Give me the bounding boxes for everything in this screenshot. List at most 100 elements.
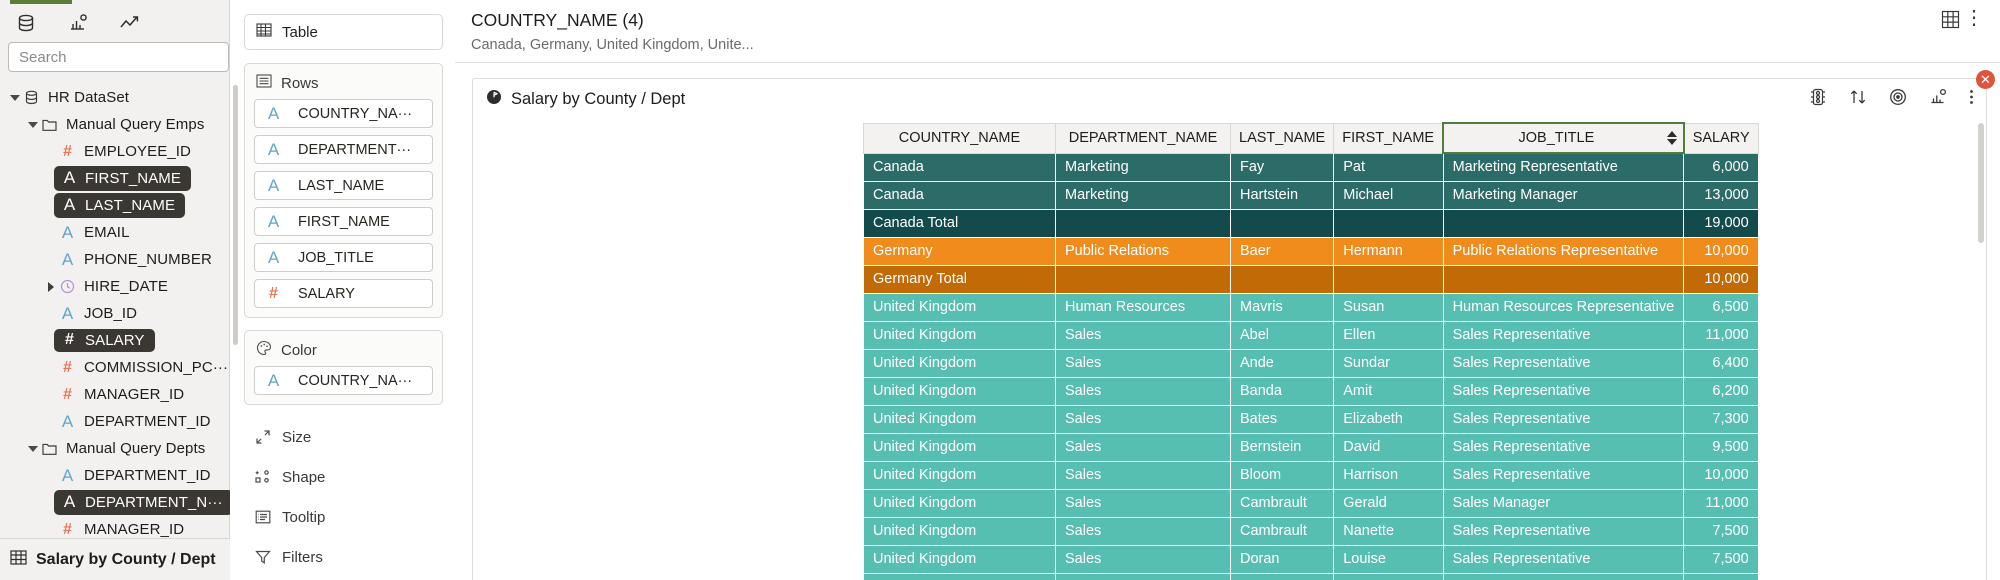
tree-item-department-id[interactable]: A DEPARTMENT_ID [0,408,229,435]
table-header-last_name[interactable]: LAST_NAME [1229,122,1335,154]
active-tab-indicator [10,0,72,4]
shelf-chip[interactable]: A COUNTRY_NA··· [254,99,433,128]
shelf-option-shape[interactable]: Shape [244,457,443,497]
shelf-chip-label: COUNTRY_NA··· [298,105,413,122]
table-cell: United Kingdom [863,432,1056,462]
shelf-option-filters[interactable]: Filters [244,537,443,577]
shelf-chip[interactable]: A LAST_NAME [254,171,433,200]
tree-item-first-name[interactable]: A FIRST_NAME [0,165,229,192]
caret-down-icon[interactable] [26,121,40,128]
table-row[interactable]: United Kingdom Sales Cambrault Gerald Sales … [863,488,1759,518]
chart-insight-icon[interactable] [1929,88,1947,106]
rows-chip-list: A COUNTRY_NA··· A DEPARTMENT··· A LAST_NAME A F… [245,97,442,317]
trend-line-icon[interactable] [118,11,142,35]
number-type-icon: # [63,142,72,160]
table-row[interactable]: United Kingdom Sales Bloom Harrison Sales Re… [863,460,1759,490]
table-cell: Human Resources Representative [1442,292,1685,322]
grid-icon[interactable] [1941,10,1960,34]
sort-icon[interactable] [1849,88,1867,106]
tree-item-employee-id[interactable]: # EMPLOYEE_ID [0,138,229,165]
viz-header: Salary by County / Dept [473,79,1986,119]
tree-item-manual-query-emps[interactable]: Manual Query Emps [0,111,229,138]
table-row[interactable]: Germany Total 10,000 [863,264,1759,294]
caret-down-icon[interactable] [8,94,22,101]
table-row[interactable]: United Kingdom Sales Doran Louise Sales Repr… [863,544,1759,574]
viz-type-selector[interactable]: Table [244,14,443,50]
table-row[interactable]: Germany Public Relations Baer Hermann Public… [863,236,1759,266]
table-cell: 10,000 [1683,236,1759,266]
shelf-scrollbar[interactable] [233,85,238,345]
table-cell [1442,572,1685,580]
tree-item-commission-pc[interactable]: # COMMISSION_PC··· [0,354,229,381]
shelf-chip[interactable]: # SALARY [254,279,433,308]
text-type-icon: A [61,411,74,431]
table-header-job_title[interactable]: JOB_TITLE [1442,122,1685,154]
tree-item-content: # MANAGER_ID [58,521,184,539]
sort-arrows-icon[interactable] [1666,131,1677,145]
database-icon[interactable] [14,11,38,35]
shelf-chip[interactable]: A DEPARTMENT··· [254,135,433,164]
tree-item-salary[interactable]: # SALARY [0,327,229,354]
table-header-department_name[interactable]: DEPARTMENT_NAME [1055,122,1231,154]
tree-item-phone-number[interactable]: A PHONE_NUMBER [0,246,229,273]
tree-item-hire-date[interactable]: HIRE_DATE [0,273,229,300]
sidebar-footer-viz-chip[interactable]: Salary by County / Dept [0,538,230,580]
tree-item-email[interactable]: A EMAIL [0,219,229,246]
table-cell: Sales [1055,348,1231,378]
table-cell: United Kingdom [863,488,1056,518]
table-header-salary[interactable]: SALARY [1683,122,1759,154]
table-row[interactable]: Canada Marketing Fay Pat Marketing Represent… [863,152,1759,182]
kebab-menu-icon[interactable]: ⋮ [1964,8,1986,28]
search-input[interactable] [8,42,229,72]
caret-down-icon[interactable] [26,445,40,452]
shelf-chip-label: LAST_NAME [298,177,385,194]
table-row[interactable]: Canada Total 19,000 [863,208,1759,238]
shelf-chip[interactable]: A COUNTRY_NA··· [254,366,433,395]
tree-item-hr-dataset[interactable]: HR DataSet [0,84,229,111]
chart-insight-icon[interactable] [66,11,90,35]
table-row[interactable]: United Kingdom Sales Bates Elizabeth Sales R… [863,404,1759,434]
tree-item-last-name[interactable]: A LAST_NAME [0,192,229,219]
shelf-chip[interactable]: A FIRST_NAME [254,207,433,236]
table-cell: Susan [1333,292,1444,322]
table-cell: 13,000 [1683,180,1759,210]
shelf-option-size[interactable]: Size [244,417,443,457]
shelf-option-tooltip[interactable]: Tooltip [244,497,443,537]
tree-item-selected: A LAST_NAME [54,193,186,218]
target-icon[interactable] [1889,88,1907,106]
tree-item-label: MANAGER_ID [84,386,185,403]
caret-right-icon[interactable] [44,281,58,292]
tree-item-department-n[interactable]: A DEPARTMENT_N··· [0,489,233,516]
table-row[interactable]: United Kingdom Human Resources Mavris Susan… [863,292,1759,322]
table-row[interactable]: Canada Marketing Hartstein Michael Marketing… [863,180,1759,210]
viz-vertical-scrollbar[interactable] [1978,123,1984,243]
tree-item-label: MANAGER_ID [84,521,185,538]
table-row[interactable]: United Kingdom Sales Bernstein David Sales R… [863,432,1759,462]
text-type-icon: A [267,370,280,390]
table-row[interactable]: United Kingdom Sales Ande Sundar Sales Repre… [863,348,1759,378]
tree-item-job-id[interactable]: A JOB_ID [0,300,229,327]
table-header-first_name[interactable]: FIRST_NAME [1333,122,1444,154]
kebab-menu-icon[interactable] [1969,88,1974,106]
table-cell [1442,208,1685,238]
tree-item-manual-query-depts[interactable]: Manual Query Depts [0,435,229,462]
table-header-country_name[interactable]: COUNTRY_NAME [863,122,1056,154]
tree-item-manager-id[interactable]: # MANAGER_ID [0,381,229,408]
table-row[interactable] [863,572,1759,580]
table-cell [1333,572,1444,580]
table-cell: Bloom [1229,460,1335,490]
table-cell: 6,000 [1683,152,1759,182]
table-header-label: COUNTRY_NAME [898,130,1021,146]
tree-item-department-id[interactable]: A DEPARTMENT_ID [0,462,229,489]
tree-item-content: Manual Query Depts [40,440,205,457]
table-cell: Canada Total [863,208,1056,238]
table-row[interactable]: United Kingdom Sales Abel Ellen Sales Repres… [863,320,1759,350]
table-row[interactable]: United Kingdom Sales Cambrault Nanette Sales… [863,516,1759,546]
table-cell: Hermann [1333,236,1444,266]
table-row[interactable]: United Kingdom Sales Banda Amit Sales Repres… [863,376,1759,406]
table-cell: Sales Representative [1442,348,1685,378]
table-cell [1055,572,1231,580]
traffic-light-icon[interactable] [1809,88,1827,106]
table-cell: Public Relations Representative [1442,236,1685,266]
shelf-chip[interactable]: A JOB_TITLE [254,243,433,272]
